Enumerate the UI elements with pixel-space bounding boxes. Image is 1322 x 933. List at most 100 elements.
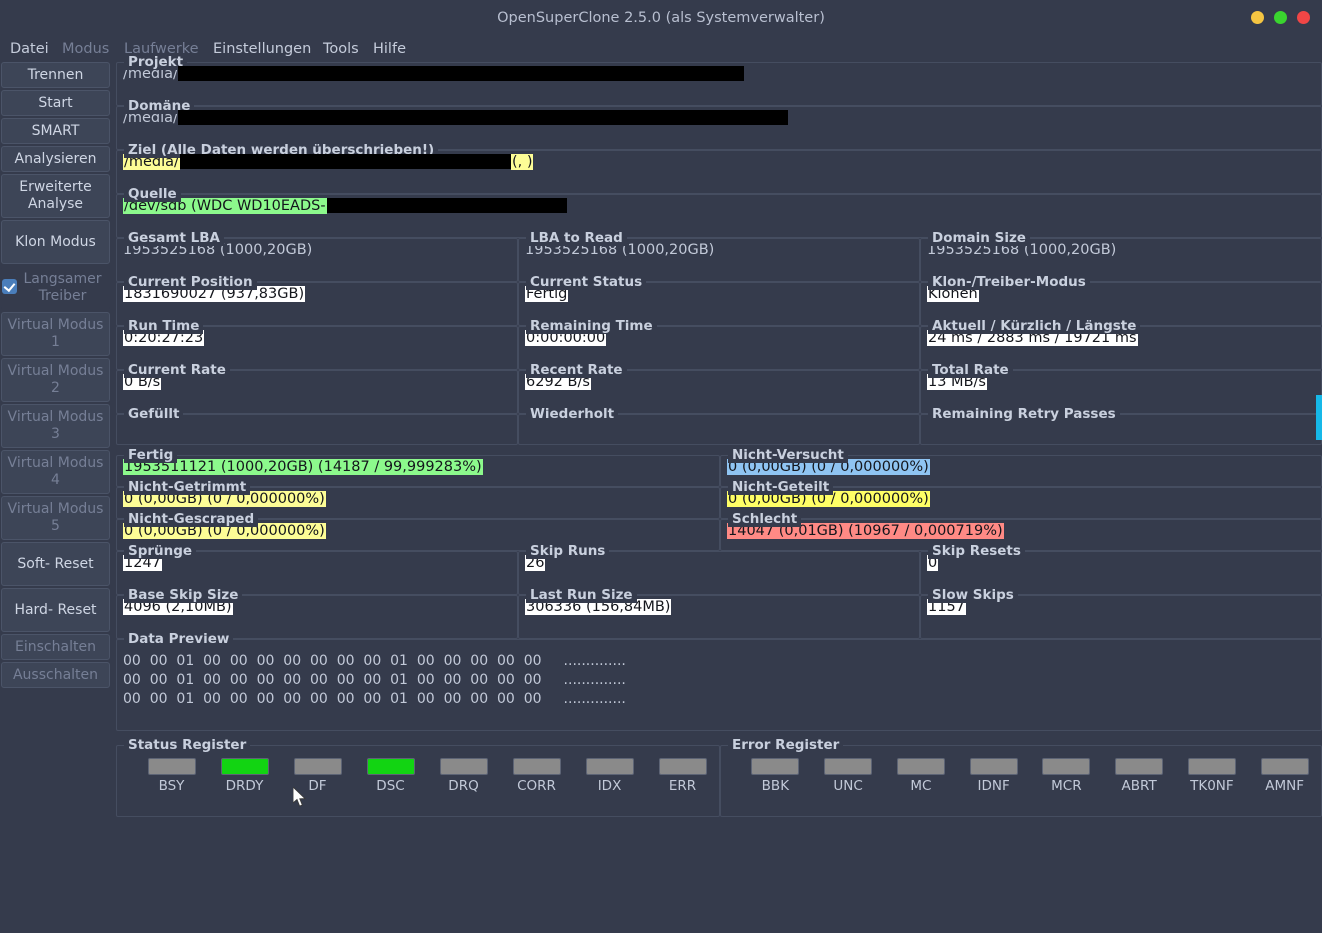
- skip-runs-label: Skip Runs: [526, 543, 610, 559]
- stats-row-3: Run Time 0:20:27:23 Remaining Time 0:00:…: [116, 318, 1322, 370]
- scrollbar-accent[interactable]: [1316, 395, 1322, 440]
- led-cell-abrt: ABRT: [1103, 758, 1176, 794]
- sidebar-item-trennen[interactable]: Trennen: [1, 62, 110, 88]
- hex-bytes: 00 00 01 00 00 00 00 00 00 00 01 00 00 0…: [123, 672, 542, 688]
- hex-dump-line: 00 00 01 00 00 00 00 00 00 00 01 00 00 0…: [117, 690, 1321, 709]
- led-label: AMNF: [1265, 778, 1304, 794]
- sidebar-item-label: SMART: [31, 122, 80, 139]
- sidebar-item-virtual-modus-4[interactable]: Virtual Modus 4: [1, 450, 110, 494]
- led-cell-corr: CORR: [500, 758, 573, 794]
- stats-row-2: Current Position 1831690027 (937,83GB) C…: [116, 274, 1322, 326]
- led-cell-bbk: BBK: [739, 758, 812, 794]
- nicht-getrimmt-label: Nicht-Getrimmt: [124, 479, 251, 495]
- sidebar-item-virtual-modus-5[interactable]: Virtual Modus 5: [1, 496, 110, 540]
- maximize-icon[interactable]: [1274, 11, 1287, 24]
- hex-bytes: 00 00 01 00 00 00 00 00 00 00 01 00 00 0…: [123, 653, 542, 669]
- window-title: OpenSuperClone 2.5.0 (als Systemverwalte…: [497, 10, 825, 26]
- nicht-versucht-label: Nicht-Versucht: [728, 447, 848, 463]
- hex-ascii: ..............: [563, 672, 626, 688]
- led-indicator-mcr: [1042, 758, 1091, 775]
- sidebar-item-virtual-modus-3[interactable]: Virtual Modus 3: [1, 404, 110, 448]
- menu-item-tools[interactable]: Tools: [317, 36, 365, 62]
- group-quelle: Quelle /dev/sdb (WDC WD10EADS-: [116, 186, 1322, 238]
- remaining-time-label: Remaining Time: [526, 318, 657, 334]
- ziel-value[interactable]: /media/(, ): [117, 152, 534, 170]
- domaene-value[interactable]: /media/: [117, 108, 788, 126]
- sidebar-item-label: Virtual Modus 1: [7, 317, 104, 350]
- led-cell-unc: UNC: [812, 758, 885, 794]
- last-run-size-label: Last Run Size: [526, 587, 637, 603]
- group-data-preview: Data Preview 00 00 01 00 00 00 00 00 00 …: [116, 631, 1322, 731]
- menu-item-hilfe[interactable]: Hilfe: [367, 36, 412, 62]
- led-indicator-amnf: [1260, 758, 1309, 775]
- sidebar-item-label: Einschalten: [15, 638, 96, 655]
- hex-ascii: ..............: [563, 653, 626, 669]
- led-label: DRQ: [448, 778, 479, 794]
- sidebar-item-soft-reset[interactable]: Soft- Reset: [1, 542, 110, 586]
- hex-dump-line: 00 00 01 00 00 00 00 00 00 00 01 00 00 0…: [117, 652, 1321, 671]
- lba-to-read-label: LBA to Read: [526, 230, 627, 246]
- menu-item-einstellungen[interactable]: Einstellungen: [207, 36, 317, 62]
- group-ziel: Ziel (Alle Daten werden überschrieben!) …: [116, 142, 1322, 194]
- sidebar-item-langsamer-treiber[interactable]: Langsamer Treiber: [1, 266, 110, 310]
- current-rate-label: Current Rate: [124, 362, 230, 378]
- led-indicator-abrt: [1115, 758, 1164, 775]
- checkbox-langsamer-treiber[interactable]: [2, 279, 17, 294]
- group-error-register: Error Register BBK UNC MC IDNF MCR ABRT TK0NF A…: [720, 737, 1322, 817]
- sidebar-item-smart[interactable]: SMART: [1, 118, 110, 144]
- led-cell-tk0nf: TK0NF: [1176, 758, 1249, 794]
- quelle-value[interactable]: /dev/sdb (WDC WD10EADS-: [117, 196, 567, 214]
- sidebar-item-analysieren[interactable]: Analysieren: [1, 146, 110, 172]
- group-slow-skips: Slow Skips 1157: [920, 587, 1322, 639]
- projekt-value[interactable]: /media/: [117, 64, 744, 82]
- led-cell-idx: IDX: [573, 758, 646, 794]
- menu-item-datei[interactable]: Datei: [4, 36, 55, 62]
- close-icon[interactable]: [1297, 11, 1310, 24]
- sidebar-item-label: Soft- Reset: [17, 555, 94, 572]
- sidebar-item-virtual-modus-1[interactable]: Virtual Modus 1: [1, 312, 110, 356]
- led-indicator-tk0nf: [1187, 758, 1236, 775]
- projekt-redacted: [177, 65, 744, 81]
- led-indicator-corr: [512, 758, 561, 775]
- title-bar: OpenSuperClone 2.5.0 (als Systemverwalte…: [0, 0, 1322, 36]
- minimize-icon[interactable]: [1251, 11, 1264, 24]
- led-label: BBK: [761, 778, 790, 794]
- sidebar-item-virtual-modus-2[interactable]: Virtual Modus 2: [1, 358, 110, 402]
- domaene-redacted: [177, 109, 788, 125]
- led-indicator-bbk: [751, 758, 800, 775]
- sidebar-item-label: Virtual Modus 3: [7, 409, 104, 442]
- led-label: IDX: [597, 778, 622, 794]
- gefuellt-label: Gefüllt: [124, 406, 184, 422]
- sidebar-item-hard-reset[interactable]: Hard- Reset: [1, 588, 110, 632]
- led-cell-bsy: BSY: [135, 758, 208, 794]
- sidebar-item-start[interactable]: Start: [1, 90, 110, 116]
- sidebar-item-klon-modus[interactable]: Klon Modus: [1, 220, 110, 264]
- sidebar-item-label: Virtual Modus 2: [7, 363, 104, 396]
- hex-dump: 00 00 01 00 00 00 00 00 00 00 01 00 00 0…: [117, 640, 1321, 709]
- skip-resets-label: Skip Resets: [928, 543, 1025, 559]
- sidebar-item-label: Hard- Reset: [14, 601, 97, 618]
- quelle-redacted: [326, 197, 567, 213]
- menu-item-modus: Modus: [62, 41, 110, 57]
- schlecht-label: Schlecht: [728, 511, 802, 527]
- sidebar-item-ausschalten[interactable]: Ausschalten: [1, 662, 110, 688]
- group-nicht-gescraped: Nicht-Gescraped 0 (0,00GB) (0 / 0,000000…: [116, 511, 720, 551]
- led-label: MCR: [1051, 778, 1082, 794]
- mouse-cursor: [293, 787, 307, 807]
- gefuellt-value: [117, 428, 123, 430]
- data-preview-label: Data Preview: [124, 631, 234, 647]
- led-indicator-dsc: [366, 758, 415, 775]
- led-cell-drq: DRQ: [427, 758, 500, 794]
- run-time-label: Run Time: [124, 318, 204, 334]
- led-cell-df: DF: [281, 758, 354, 794]
- led-label: DRDY: [225, 778, 264, 794]
- led-indicator-err: [658, 758, 707, 775]
- wiederholt-value: [519, 428, 525, 430]
- sidebar-item-einschalten[interactable]: Einschalten: [1, 634, 110, 660]
- status-register-leds: BSY DRDY DF DSC DRQ CORR IDX ERR: [117, 746, 719, 794]
- led-cell-amnf: AMNF: [1248, 758, 1321, 794]
- sidebar-item-erweiterte-analyse[interactable]: Erweiterte Analyse: [1, 174, 110, 218]
- sidebar-item-label: Virtual Modus 5: [7, 501, 104, 534]
- led-indicator-idnf: [969, 758, 1018, 775]
